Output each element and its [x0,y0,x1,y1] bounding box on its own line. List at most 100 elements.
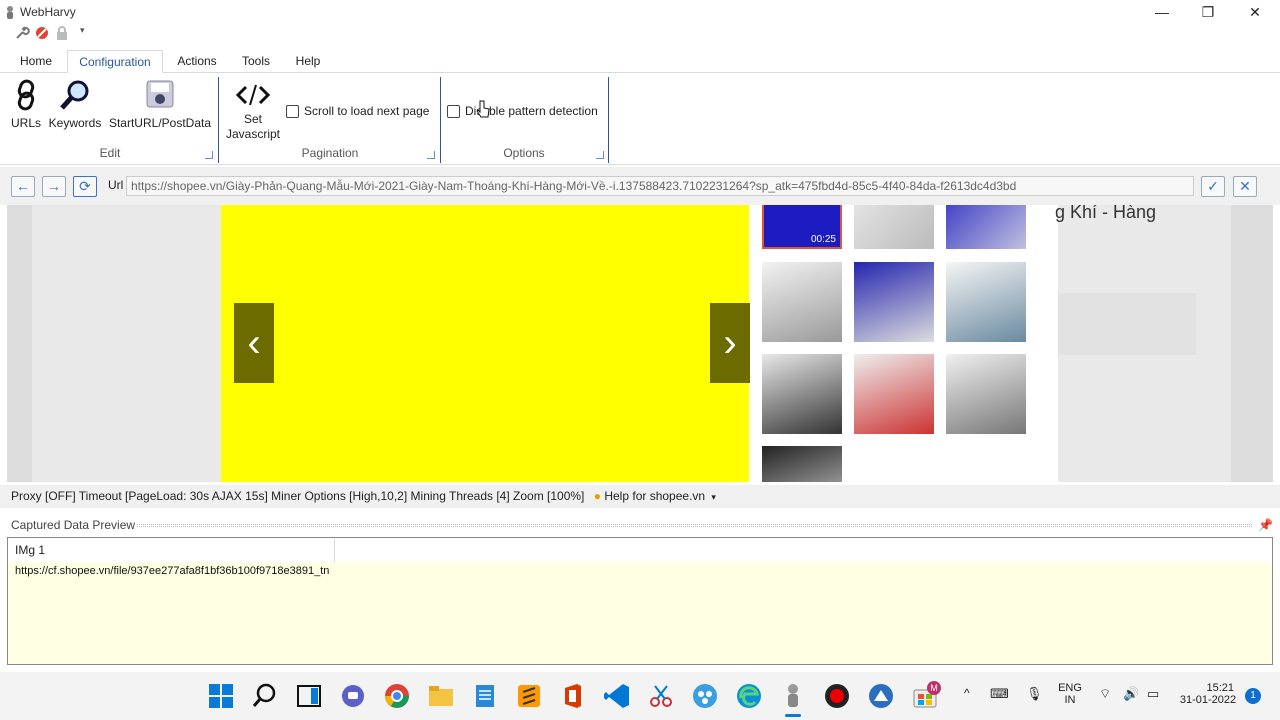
javascript-label: Javascript [225,127,281,141]
clock-time: 15:21 [1206,682,1234,694]
product-info-placeholder [1058,293,1196,355]
edit-dialog-launcher-icon[interactable] [205,151,213,159]
tab-help[interactable]: Help [288,50,328,73]
captured-data-table: IMg 1 https://cf.shopee.vn/file/937ee277… [7,537,1273,665]
office-icon[interactable] [559,682,587,710]
grip-divider [137,524,1252,527]
taskbar: M ^ ⌨ 🎙 ENG IN ⌔ 🔊 ▭ 15:21 31-01-2022 1 [0,672,1280,720]
disk-icon [146,80,174,108]
set-javascript-button[interactable]: Set Javascript [224,79,282,141]
lock-icon[interactable] [54,25,70,41]
tab-actions[interactable]: Actions [170,50,224,73]
vscode-icon[interactable] [603,682,631,710]
urls-label: URLs [10,116,41,130]
thumbnail[interactable] [762,446,842,482]
thumbnail[interactable] [854,262,934,342]
help-dropdown-icon[interactable]: ▾ [711,492,716,502]
prev-image-button[interactable]: ‹ [234,303,274,383]
starturl-label: StartURL/PostData [108,116,212,130]
app-icon[interactable] [867,682,895,710]
people-app-icon[interactable] [691,682,719,710]
battery-icon[interactable]: ▭ [1147,686,1159,702]
notification-count[interactable]: 1 [1245,688,1261,704]
minimize-icon: — [1155,4,1169,20]
tab-tools[interactable]: Tools [234,50,278,73]
product-title: g Khí - Hàng [1055,205,1157,222]
forward-button[interactable]: → [42,176,66,197]
file-explorer-icon[interactable] [427,682,455,710]
browser-right-margin [1231,205,1273,482]
stop-button[interactable]: ✕ [1233,176,1257,197]
language-indicator[interactable]: ENG IN [1053,682,1087,706]
check-icon: ✓ [1207,178,1219,194]
link-icon [17,79,35,111]
wifi-icon[interactable]: ⌔ [1099,686,1111,702]
thumbnail[interactable] [762,354,842,434]
ribbon-tabs: Home Configuration Actions Tools Help [0,50,1280,73]
ribbon-panel: URLs Keywords StartURL/PostData Edit Set… [0,73,1280,165]
teams-chat-icon[interactable] [339,682,367,710]
disable-pattern-checkbox[interactable] [447,105,460,118]
next-image-button[interactable]: › [710,303,750,383]
back-button[interactable]: ← [11,176,35,197]
edge-icon[interactable] [735,682,763,710]
options-group-label: Options [503,146,545,160]
column-header[interactable]: IMg 1 [8,538,335,562]
go-button[interactable]: ✓ [1201,176,1225,197]
edit-group-label: Edit [99,146,121,160]
status-bar: Proxy [OFF] Timeout [PageLoad: 30s AJAX … [0,485,1280,508]
product-image-main[interactable]: ‹ › [221,205,750,482]
task-view-icon[interactable] [295,682,323,710]
record-icon[interactable] [823,682,851,710]
keyboard-icon[interactable]: ⌨ [990,686,1009,702]
starturl-postdata-button[interactable]: StartURL/PostData [108,79,212,130]
volume-icon[interactable]: 🔊 [1123,686,1139,702]
thumbnail[interactable] [854,205,934,249]
sublime-text-icon[interactable] [515,682,543,710]
notification-badge: M [927,681,941,695]
restore-icon: ❐ [1201,4,1215,20]
clock[interactable]: 15:21 31-01-2022 [1176,682,1240,706]
minimize-button[interactable]: — [1142,2,1182,22]
table-cell[interactable]: https://cf.shopee.vn/file/937ee277afa8f1… [15,565,329,577]
scroll-next-page-checkbox[interactable] [286,105,299,118]
tab-configuration[interactable]: Configuration [67,50,163,73]
qat-dropdown-icon[interactable]: ▾ [80,25,85,36]
windows-start-icon[interactable] [207,682,235,710]
arrow-left-icon: ← [16,178,30,194]
thumbnail[interactable] [854,354,934,434]
snipping-tool-icon[interactable] [647,682,675,710]
pin-icon[interactable]: 📌 [1258,516,1273,534]
video-time: 00:25 [810,234,836,245]
microphone-icon[interactable]: 🎙 [1026,686,1043,702]
help-link[interactable]: Help for shopee.vn [604,489,705,503]
pagination-dialog-launcher-icon[interactable] [427,151,435,159]
arrow-right-icon: → [47,178,61,194]
thumbnail-video[interactable]: 00:25 [762,205,842,249]
options-dialog-launcher-icon[interactable] [596,151,604,159]
active-app-indicator [785,714,801,717]
close-button[interactable]: ✕ [1235,2,1275,22]
tab-home[interactable]: Home [12,50,60,73]
group-separator [608,77,609,163]
notepad-icon[interactable] [471,682,499,710]
close-icon: ✕ [1249,4,1261,20]
chrome-icon[interactable] [383,682,411,710]
thumbnail[interactable] [762,262,842,342]
url-input[interactable]: https://shopee.vn/Giày-Phản-Quang-Mẫu-Mớ… [126,176,1194,196]
wrench-icon[interactable] [14,25,30,41]
code-icon [236,84,270,106]
search-icon[interactable] [251,682,279,710]
urls-button[interactable]: URLs [8,79,44,130]
chevron-up-icon[interactable]: ^ [964,686,970,700]
thumbnail[interactable] [946,354,1026,434]
thumbnail[interactable] [946,262,1026,342]
keywords-button[interactable]: Keywords [48,79,102,130]
thumbnail[interactable] [946,205,1026,249]
url-bar: ← → ⟳ Url https://shopee.vn/Giày-Phản-Qu… [0,167,1280,205]
restore-button[interactable]: ❐ [1188,2,1228,22]
stop-icon[interactable] [34,25,50,41]
reload-button[interactable]: ⟳ [73,176,97,197]
webharvy-taskbar-icon[interactable] [779,682,807,710]
browser-view[interactable]: ‹ › 00:25 g Khí - Hàng [7,205,1273,482]
